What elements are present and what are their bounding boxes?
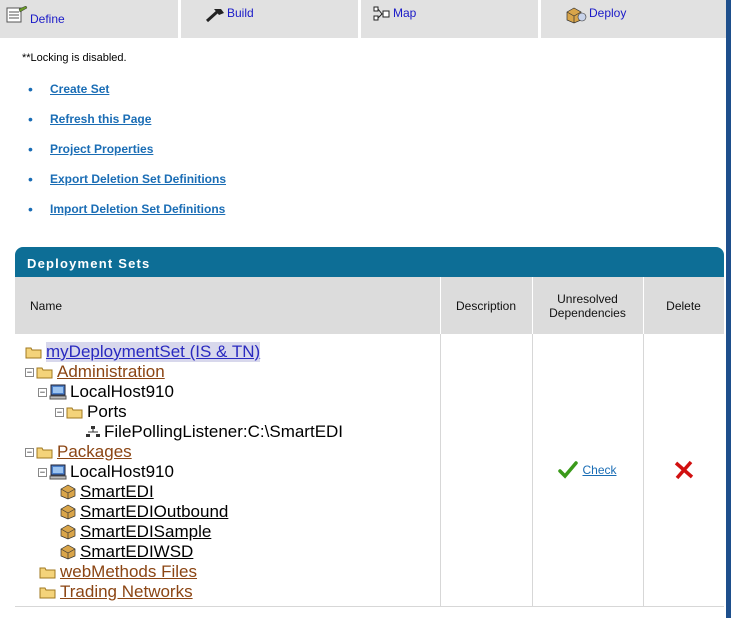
panel-title: Deployment Sets [15, 247, 724, 277]
server-icon [49, 464, 67, 480]
unresolved-cell: Check [532, 334, 644, 607]
tree-node-package: SmartEDISample [25, 522, 440, 542]
collapse-toggle-icon[interactable]: − [55, 407, 64, 417]
administration-link[interactable]: Administration [57, 362, 165, 382]
deploy-icon [565, 6, 587, 27]
listener-label: FilePollingListener:C:\SmartEDI [104, 422, 344, 441]
window-edge [726, 0, 731, 618]
delete-container [644, 334, 725, 606]
import-deletion-sets-link[interactable]: Import Deletion Set Definitions [50, 202, 225, 216]
tree-node-webmethods-files: webMethods Files [25, 562, 440, 582]
trading-networks-link[interactable]: Trading Networks [60, 582, 193, 602]
folder-icon [36, 367, 53, 379]
delete-cell [643, 334, 724, 607]
check-container: Check [533, 334, 643, 606]
export-deletion-sets-link[interactable]: Export Deletion Set Definitions [50, 172, 226, 186]
tree-node-package-host: − LocalHost910 [25, 462, 440, 482]
deployment-sets-table: Name Description Unresolved Dependencies… [15, 277, 724, 607]
check-link[interactable]: Check [582, 463, 616, 477]
refresh-page-link[interactable]: Refresh this Page [50, 112, 151, 126]
bullet-icon: • [28, 171, 33, 187]
table-row: myDeploymentSet (IS & TN) − Administrati… [15, 334, 724, 607]
tab-build-label: Build [227, 6, 254, 20]
packages-link[interactable]: Packages [57, 442, 132, 462]
tree-node-trading-networks: Trading Networks [25, 582, 440, 602]
tree-node-ports: − Ports [25, 402, 440, 422]
project-properties-link[interactable]: Project Properties [50, 142, 153, 156]
action-links: • Create Set • Refresh this Page • Project … [28, 82, 226, 232]
deployment-tree: myDeploymentSet (IS & TN) − Administrati… [15, 334, 440, 602]
description-cell [440, 334, 533, 607]
tree-node-admin-host: − LocalHost910 [25, 382, 440, 402]
tab-deploy[interactable]: Deploy [538, 0, 726, 38]
map-icon [373, 6, 391, 25]
list-item: • Export Deletion Set Definitions [28, 172, 226, 202]
column-header-unresolved: Unresolved Dependencies [532, 277, 644, 334]
tree-node-packages: − Packages [25, 442, 440, 462]
folder-icon [36, 447, 53, 459]
column-header-description: Description [440, 277, 533, 334]
define-icon [6, 5, 28, 27]
bullet-icon: • [28, 81, 33, 97]
bullet-icon: • [28, 201, 33, 217]
server-icon [49, 384, 67, 400]
tree-node-root: myDeploymentSet (IS & TN) [25, 342, 440, 362]
tab-deploy-label: Deploy [589, 6, 627, 20]
collapse-toggle-icon[interactable]: − [25, 367, 34, 377]
package-icon [60, 484, 76, 500]
webmethods-files-link[interactable]: webMethods Files [60, 562, 197, 582]
admin-host-label: LocalHost910 [70, 382, 174, 401]
bullet-icon: • [28, 111, 33, 127]
package-icon [60, 524, 76, 540]
list-item: • Refresh this Page [28, 112, 226, 142]
folder-icon [66, 407, 83, 419]
column-header-delete: Delete [643, 277, 724, 334]
collapse-toggle-icon[interactable]: − [25, 447, 34, 457]
collapse-toggle-icon[interactable]: − [38, 467, 47, 477]
tab-map-label: Map [393, 6, 417, 20]
tab-map[interactable]: Map [358, 0, 538, 38]
tree-node-administration: − Administration [25, 362, 440, 382]
list-item: • Import Deletion Set Definitions [28, 202, 226, 232]
network-port-icon [86, 426, 100, 437]
list-item: • Create Set [28, 82, 226, 112]
bullet-icon: • [28, 141, 33, 157]
tree-node-package: SmartEDIOutbound [25, 502, 440, 522]
tab-build[interactable]: Build [178, 0, 358, 38]
package-link[interactable]: SmartEDI [80, 482, 154, 502]
deployment-sets-panel: Deployment Sets Name Description Unresol… [15, 247, 724, 607]
tree-node-package: SmartEDI [25, 482, 440, 502]
folder-icon [39, 567, 56, 579]
package-link[interactable]: SmartEDIOutbound [80, 502, 228, 522]
package-icon [60, 504, 76, 520]
list-item: • Project Properties [28, 142, 226, 172]
ports-label: Ports [87, 402, 127, 421]
create-set-link[interactable]: Create Set [50, 82, 109, 96]
tab-define-label: Define [30, 12, 65, 26]
folder-icon [39, 587, 56, 599]
tab-define[interactable]: Define [0, 0, 178, 38]
package-icon [60, 544, 76, 560]
collapse-toggle-icon[interactable]: − [38, 387, 47, 397]
table-header-row: Name Description Unresolved Dependencies… [15, 277, 724, 334]
package-host-label: LocalHost910 [70, 462, 174, 481]
column-header-name: Name [15, 277, 441, 334]
tree-node-listener: FilePollingListener:C:\SmartEDI [25, 422, 440, 442]
locking-notice: **Locking is disabled. [22, 52, 127, 64]
package-link[interactable]: SmartEDISample [80, 522, 211, 542]
deployment-set-link[interactable]: myDeploymentSet (IS & TN) [46, 342, 261, 362]
top-tab-bar: Define Build Map Deploy [0, 0, 726, 38]
delete-icon[interactable] [673, 460, 695, 480]
tree-node-package: SmartEDIWSD [25, 542, 440, 562]
checkmark-icon [558, 461, 579, 479]
folder-icon [25, 347, 42, 359]
name-cell: myDeploymentSet (IS & TN) − Administrati… [15, 334, 441, 607]
build-icon [205, 6, 225, 27]
package-link[interactable]: SmartEDIWSD [80, 542, 193, 562]
